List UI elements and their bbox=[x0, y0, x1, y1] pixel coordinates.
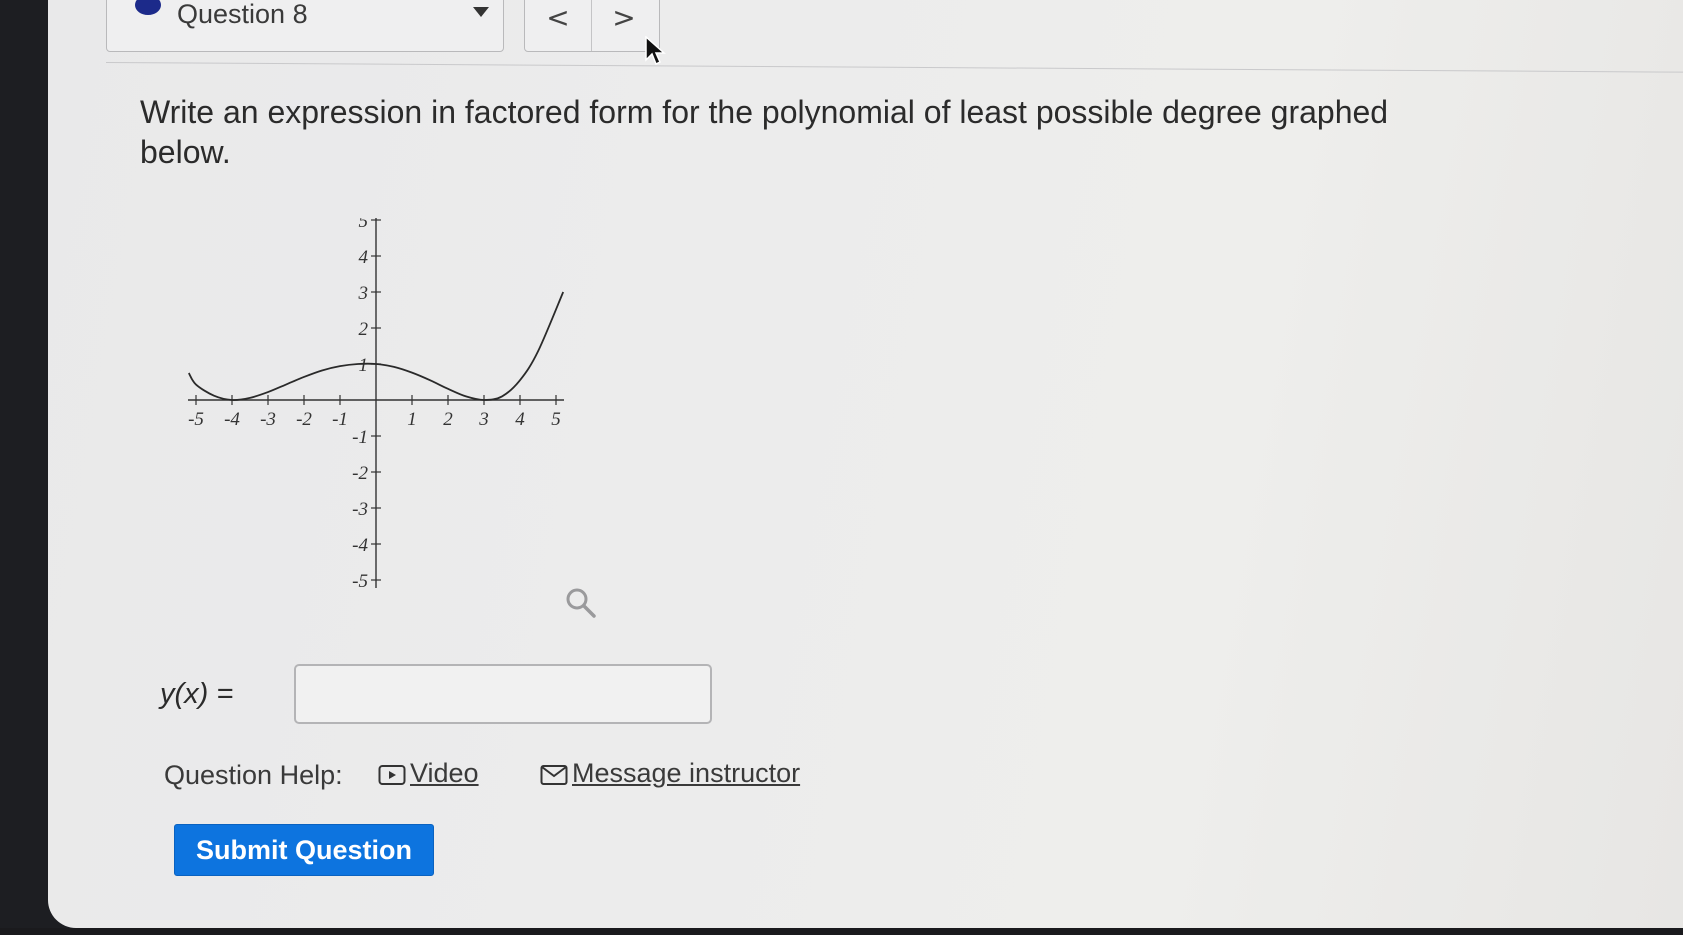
y-tick-label: 1 bbox=[359, 355, 369, 376]
question-nav: < > bbox=[524, 0, 660, 52]
magnify-icon[interactable] bbox=[564, 586, 598, 620]
x-tick-label: -5 bbox=[188, 409, 204, 430]
message-instructor-link[interactable]: Message instructor bbox=[540, 758, 800, 789]
x-tick-label: -1 bbox=[332, 409, 348, 430]
nav-divider bbox=[591, 0, 592, 51]
x-tick-label: 5 bbox=[551, 409, 561, 430]
video-play-icon bbox=[378, 764, 406, 785]
chevron-left-icon: < bbox=[546, 1, 570, 34]
question-status-dot bbox=[135, 0, 161, 15]
x-tick-label: -3 bbox=[260, 409, 276, 430]
x-tick-label: -2 bbox=[296, 409, 312, 430]
x-tick-label: 2 bbox=[443, 409, 453, 430]
question-help: Question Help: Video Message instructor bbox=[164, 758, 844, 800]
y-tick-label: 2 bbox=[359, 319, 369, 340]
question-label: Question 8 bbox=[177, 0, 308, 29]
video-link[interactable]: Video bbox=[378, 758, 479, 789]
y-tick-label: 4 bbox=[359, 247, 369, 268]
chevron-right-icon: > bbox=[612, 1, 636, 34]
y-tick-label: 5 bbox=[359, 218, 369, 232]
envelope-icon bbox=[540, 764, 568, 785]
app-screen: Question 8 < > Write an expression in fa… bbox=[48, 0, 1683, 928]
video-label: Video bbox=[410, 758, 479, 788]
question-prompt: Write an expression in factored form for… bbox=[140, 94, 1389, 170]
mouse-cursor-icon bbox=[645, 36, 666, 66]
y-tick-label: -1 bbox=[352, 427, 368, 448]
help-label: Question Help: bbox=[164, 760, 343, 790]
y-tick-label: -5 bbox=[352, 571, 368, 592]
x-tick-label: -4 bbox=[224, 409, 240, 430]
x-tick-label: 3 bbox=[478, 409, 489, 430]
previous-question-button[interactable]: < bbox=[533, 1, 583, 41]
polynomial-graph: -5 -4 -3 -2 -1 1 2 3 4 5 -5 -4 -3 -2 -1 1 2 3 4 5 bbox=[140, 218, 610, 608]
answer-input[interactable] bbox=[294, 664, 712, 724]
x-tick-label: 4 bbox=[515, 409, 525, 430]
header-divider bbox=[105, 62, 1683, 73]
next-question-button[interactable]: > bbox=[599, 1, 649, 41]
y-tick-label: -3 bbox=[352, 499, 368, 520]
y-tick-label: -4 bbox=[352, 535, 368, 556]
question-selector[interactable]: Question 8 bbox=[106, 0, 504, 52]
y-tick-label: -2 bbox=[352, 463, 368, 484]
submit-question-button[interactable]: Submit Question bbox=[174, 824, 434, 876]
message-label: Message instructor bbox=[572, 758, 801, 788]
graph-svg: -5 -4 -3 -2 -1 1 2 3 4 5 -5 -4 -3 -2 -1 1 2 3 4 5 bbox=[188, 218, 565, 592]
monitor-bezel bbox=[0, 928, 1683, 935]
dropdown-caret-icon[interactable] bbox=[473, 7, 489, 17]
x-tick-label: 1 bbox=[407, 409, 417, 430]
y-tick-label: 3 bbox=[358, 283, 369, 304]
answer-label: y(x) = bbox=[160, 678, 234, 710]
